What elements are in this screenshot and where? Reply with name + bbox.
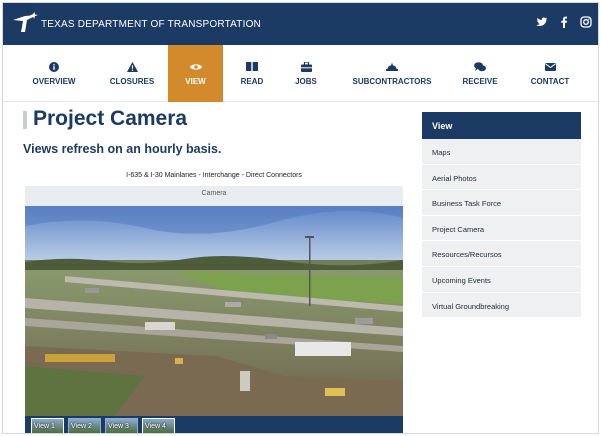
sidebar-item-virtual-groundbreaking[interactable]: Virtual Groundbreaking [422, 292, 581, 319]
sidebar-heading[interactable]: View [422, 112, 581, 139]
site-title[interactable]: TEXAS DEPARTMENT OF TRANSPORTATION [41, 19, 261, 30]
nav-label: RECEIVE [462, 76, 498, 86]
social-links [536, 16, 592, 30]
nav-label: CLOSURES [109, 76, 155, 86]
thumbnail-label: View 1 [34, 423, 55, 430]
nav-item-read[interactable]: READ [233, 45, 271, 102]
nav-label: READ [240, 76, 264, 86]
eye-icon [189, 62, 202, 72]
book-icon [246, 62, 258, 72]
info-icon [48, 61, 60, 72]
title-accent-bar [23, 111, 27, 129]
thumbnail-view-4[interactable]: View 4 [142, 418, 175, 433]
nav-item-contact[interactable]: CONTACT [525, 45, 575, 102]
page-subtitle: Views refresh on an hourly basis. [23, 142, 222, 156]
thumbnail-view-3[interactable]: View 3 [105, 418, 138, 433]
hardhat-icon [386, 62, 398, 72]
nav-label: JOBS [295, 76, 317, 86]
sidebar-item-project-camera[interactable]: Project Camera [422, 215, 581, 242]
thumbnail-view-2[interactable]: View 2 [68, 418, 101, 433]
nav-item-overview[interactable]: OVERVIEW [21, 45, 87, 102]
thumbnail-label: View 4 [145, 423, 166, 430]
sidebar-item-maps[interactable]: Maps [422, 139, 581, 165]
nav-item-view[interactable]: VIEW [168, 45, 223, 102]
sidebar-item-aerial-photos[interactable]: Aerial Photos [422, 164, 581, 191]
sidebar-item-business-task-force[interactable]: Business Task Force [422, 190, 581, 216]
chat-icon [474, 61, 486, 72]
txdot-logo-icon[interactable] [11, 12, 39, 34]
sidebar: View Maps Aerial Photos Business Task Fo… [422, 112, 581, 319]
nav-label: OVERVIEW [32, 76, 76, 86]
nav-label: CONTACT [530, 76, 570, 86]
camera-thumbnails: View 1 View 2 View 3 View 4 [25, 416, 403, 433]
sidebar-item-resources[interactable]: Resources/Recursos [422, 241, 581, 267]
thumbnail-label: View 2 [71, 423, 92, 430]
warning-icon [126, 61, 138, 72]
camera-panel: Camera View 1 View 2 View 3 View 4 [25, 186, 403, 433]
nav-label: VIEW [185, 76, 206, 86]
thumbnail-view-1[interactable]: View 1 [31, 418, 64, 433]
mail-icon [544, 62, 556, 72]
nav-label: SUBCONTRACTORS [352, 76, 432, 86]
page-title: Project Camera [33, 107, 188, 130]
nav-item-receive[interactable]: RECEIVE [455, 45, 505, 102]
nav-item-closures[interactable]: CLOSURES [101, 45, 163, 102]
nav-item-subcontractors[interactable]: SUBCONTRACTORS [348, 45, 436, 102]
facebook-icon[interactable] [558, 16, 570, 30]
page-frame: TEXAS DEPARTMENT OF TRANSPORTATION OVERV… [2, 2, 599, 434]
sidebar-item-upcoming-events[interactable]: Upcoming Events [422, 266, 581, 293]
site-header: TEXAS DEPARTMENT OF TRANSPORTATION [3, 3, 598, 45]
thumbnail-label: View 3 [108, 423, 129, 430]
nav-item-jobs[interactable]: JOBS [286, 45, 326, 102]
main-nav: OVERVIEW CLOSURES VIEW READ JOBS SUBCONT… [3, 45, 598, 102]
instagram-icon[interactable] [580, 16, 592, 30]
camera-caption: I-635 & I-30 Mainlanes - Interchange - D… [126, 172, 302, 179]
camera-label: Camera [201, 190, 227, 197]
briefcase-icon [300, 61, 312, 72]
twitter-icon[interactable] [536, 16, 548, 30]
camera-image[interactable] [25, 206, 403, 416]
